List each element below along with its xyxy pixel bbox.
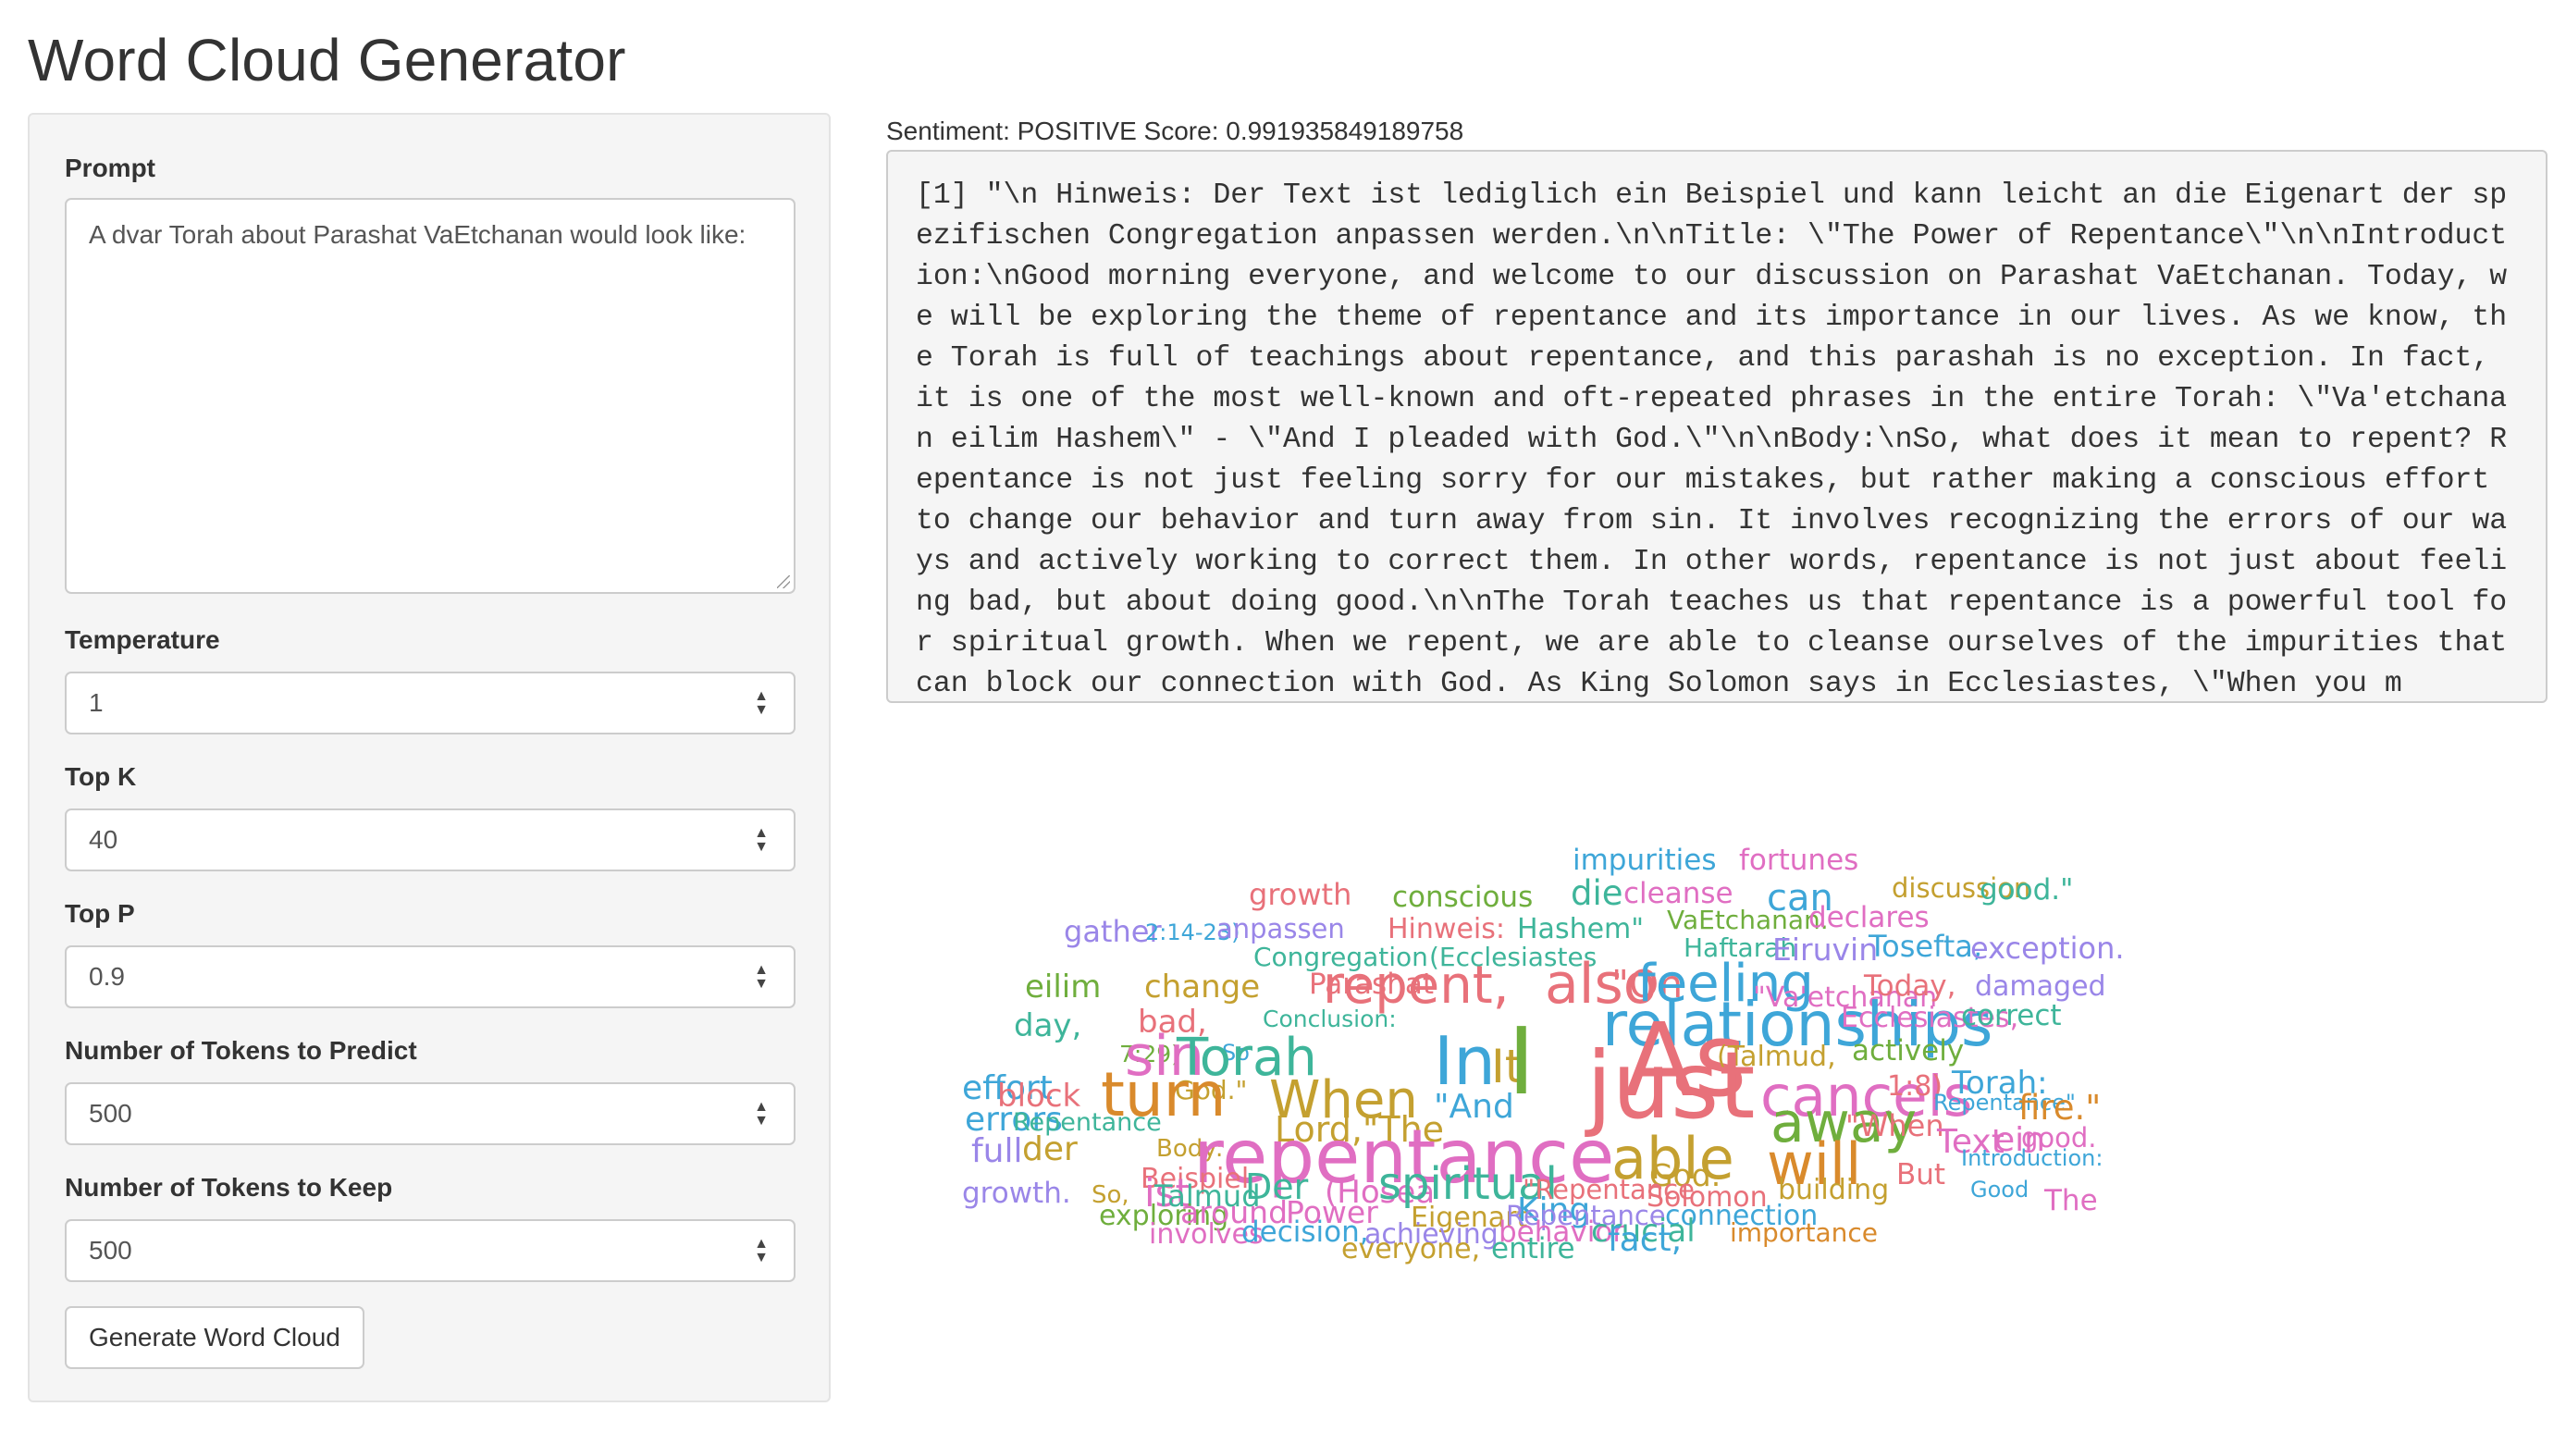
top-p-label: Top P xyxy=(65,899,135,928)
word-cloud-word: fortunes xyxy=(1739,844,1858,877)
word-cloud-word: day, xyxy=(1014,1007,1081,1044)
word-cloud-word: change xyxy=(1144,969,1260,1006)
word-cloud-word: impurities xyxy=(1573,844,1716,877)
top-p-input[interactable]: 0.9 ▲ ▼ xyxy=(65,945,796,1008)
word-cloud-word: everyone, xyxy=(1341,1233,1480,1265)
temperature-label: Temperature xyxy=(65,625,220,654)
tokens-predict-label: Number of Tokens to Predict xyxy=(65,1036,417,1065)
top-k-label: Top K xyxy=(65,762,137,791)
word-cloud-word: actively xyxy=(1852,1034,1964,1067)
output-text: [1] "\n Hinweis: Der Text ist lediglich … xyxy=(916,179,2525,700)
page-title: Word Cloud Generator xyxy=(28,27,626,93)
prompt-value: A dvar Torah about Parashat VaEtchanan w… xyxy=(89,220,746,249)
word-cloud-word: Good xyxy=(1970,1177,2029,1203)
word-cloud-word: fact, xyxy=(1608,1221,1682,1259)
generate-word-cloud-button[interactable]: Generate Word Cloud xyxy=(65,1306,364,1369)
top-k-value: 40 xyxy=(89,825,118,854)
spinner-icon[interactable]: ▲ ▼ xyxy=(751,960,771,993)
word-cloud-word: exception. xyxy=(1970,931,2125,966)
word-cloud-word: die xyxy=(1571,873,1623,913)
word-cloud-word: correct xyxy=(1961,999,2062,1032)
spinner-icon[interactable]: ▲ ▼ xyxy=(751,1234,771,1267)
word-cloud-word: Hinweis: xyxy=(1388,913,1505,945)
top-p-value: 0.9 xyxy=(89,962,125,991)
spinner-icon[interactable]: ▲ ▼ xyxy=(751,1097,771,1130)
word-cloud-svg: impurities fortunesgrowth conscious die clea… xyxy=(962,844,2125,1265)
word-cloud-word: Introduction: xyxy=(1961,1145,2103,1171)
temperature-input[interactable]: 1 ▲ ▼ xyxy=(65,672,796,734)
word-cloud-word: damaged xyxy=(1975,970,2106,1003)
word-cloud-word: full xyxy=(971,1132,1023,1170)
word-cloud-word: eilim xyxy=(1025,969,1101,1006)
tokens-keep-input[interactable]: 500 ▲ ▼ xyxy=(65,1219,796,1282)
prompt-textarea[interactable]: A dvar Torah about Parashat VaEtchanan w… xyxy=(65,198,796,594)
word-cloud-word: The xyxy=(2043,1184,2098,1217)
spinner-icon[interactable]: ▲ ▼ xyxy=(751,823,771,857)
word-cloud-word: good." xyxy=(1980,873,2073,907)
word-cloud: impurities fortunes growth conscious die clea… xyxy=(916,833,2488,1332)
word-cloud-word: But xyxy=(1896,1158,1945,1191)
resize-grip-icon[interactable] xyxy=(777,575,790,588)
spinner-icon[interactable]: ▲ ▼ xyxy=(751,686,771,720)
word-cloud-word: growth. xyxy=(962,1177,1071,1210)
tokens-keep-label: Number of Tokens to Keep xyxy=(65,1173,393,1202)
generated-text-output[interactable]: [1] "\n Hinweis: Der Text ist lediglich … xyxy=(886,150,2547,703)
sentiment-text: Sentiment: POSITIVE Score: 0.99193584918… xyxy=(886,117,1464,145)
temperature-value: 1 xyxy=(89,688,104,717)
word-cloud-word: Tosefta, xyxy=(1868,929,1982,964)
controls-panel: Prompt A dvar Torah about Parashat VaEtc… xyxy=(28,113,831,1402)
tokens-predict-value: 500 xyxy=(89,1099,132,1128)
tokens-keep-value: 500 xyxy=(89,1236,132,1265)
prompt-label: Prompt xyxy=(65,154,155,182)
word-cloud-word: entire xyxy=(1491,1232,1575,1265)
word-cloud-word: Hashem" xyxy=(1517,913,1644,945)
word-cloud-word: importance xyxy=(1730,1217,1878,1248)
tokens-predict-input[interactable]: 500 ▲ ▼ xyxy=(65,1082,796,1145)
word-cloud-word: growth xyxy=(1249,877,1351,912)
word-cloud-word: conscious xyxy=(1392,881,1533,914)
top-k-input[interactable]: 40 ▲ ▼ xyxy=(65,808,796,871)
word-cloud-word: der xyxy=(1022,1130,1078,1168)
word-cloud-word: anpassen xyxy=(1216,913,1345,944)
